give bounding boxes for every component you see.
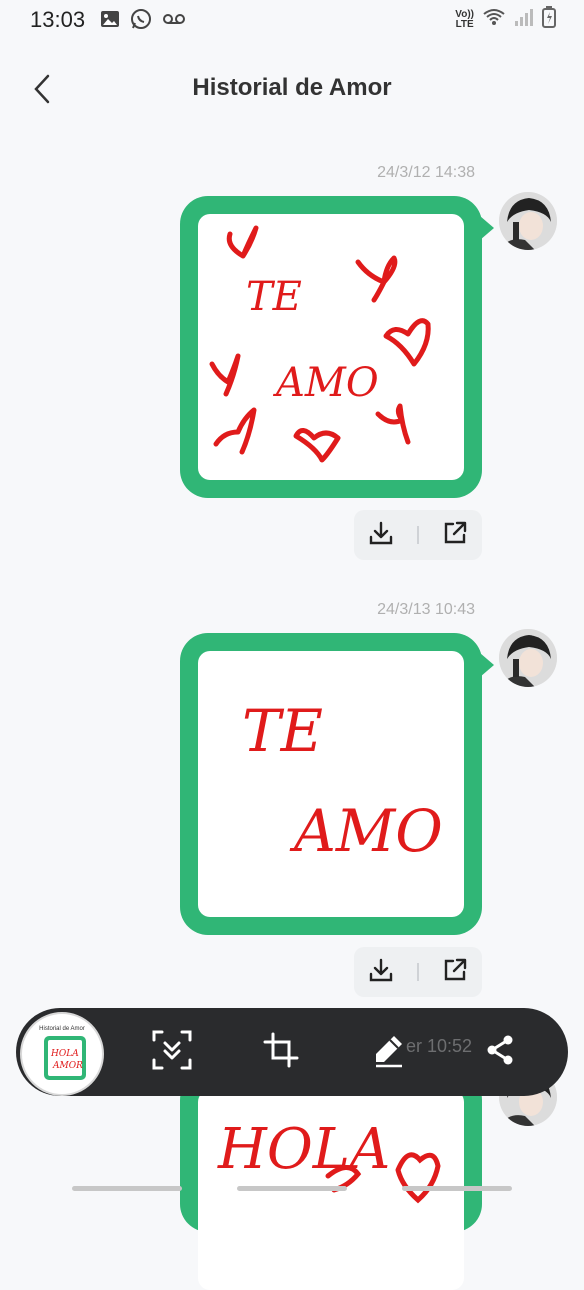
share-out-button[interactable]	[437, 517, 473, 553]
action-divider	[417, 526, 419, 544]
status-bar: 13:03 Vo)) LTE	[0, 0, 584, 40]
drawing-text-amo: AMO	[289, 797, 443, 865]
system-icons: Vo)) LTE	[455, 6, 556, 33]
share-out-button[interactable]	[437, 954, 473, 990]
crop-icon	[261, 1030, 301, 1075]
download-icon	[367, 956, 395, 989]
volte-indicator: Vo)) LTE	[455, 8, 474, 30]
ghost-timestamp: er 10:52	[406, 1036, 473, 1056]
scroll-capture-icon	[150, 1028, 194, 1077]
drawing-text-te: TE	[242, 697, 323, 765]
navigation-bar	[0, 1176, 584, 1200]
share-icon	[482, 1032, 518, 1073]
scroll-capture-button[interactable]	[150, 1030, 194, 1074]
external-link-icon	[441, 956, 469, 989]
volte-top-label: Vo))	[455, 8, 474, 20]
page-title: Historial de Amor	[192, 74, 392, 101]
drawing-text-hola: HOLA	[217, 1117, 390, 1182]
drawing-canvas: TE AMO	[209, 225, 431, 463]
drawing-canvas: TE AMO	[242, 697, 443, 865]
wifi-icon	[482, 7, 506, 32]
drawing-text-amo: AMO	[272, 360, 379, 406]
pen-icon	[368, 1030, 408, 1075]
handwritten-drawing: TE AMO	[198, 651, 464, 917]
avatar[interactable]	[499, 192, 557, 250]
signal-icon	[514, 7, 534, 32]
message-actions	[354, 510, 482, 560]
message-timestamp: 24/3/13 10:43	[377, 601, 475, 618]
action-divider	[417, 963, 419, 981]
nav-home-handle[interactable]	[237, 1186, 347, 1191]
message-actions	[354, 947, 482, 997]
drawing-text-te: TE	[246, 274, 302, 320]
download-icon	[367, 519, 395, 552]
nav-back-handle[interactable]	[402, 1186, 512, 1191]
external-link-icon	[441, 519, 469, 552]
volte-bottom-label: LTE	[455, 18, 474, 30]
header: Historial de Amor	[0, 58, 584, 118]
drawing-text-group: TE AMO	[246, 274, 379, 406]
battery-icon	[542, 6, 556, 33]
gallery-icon	[100, 10, 120, 33]
avatar[interactable]	[499, 629, 557, 687]
notification-icons	[100, 8, 186, 35]
screenshot-thumbnail[interactable]: Historial de Amor HOLA AMOR	[20, 1012, 104, 1096]
message-timestamp: 24/3/12 14:38	[377, 164, 475, 181]
bubble-tail	[480, 653, 494, 677]
thumbnail-preview: HOLA AMOR	[44, 1036, 86, 1080]
drawing-text-group: TE AMO	[242, 697, 443, 865]
bubble-tail	[480, 216, 494, 240]
share-button[interactable]	[478, 1030, 522, 1074]
handwritten-drawing: TE AMO	[198, 214, 464, 480]
message-bubble[interactable]: TE AMO	[180, 633, 494, 935]
voicemail-icon	[162, 12, 186, 31]
nav-recents-handle[interactable]	[72, 1186, 182, 1191]
download-button[interactable]	[363, 954, 399, 990]
draw-button[interactable]	[366, 1030, 410, 1074]
whatsapp-icon	[130, 8, 152, 35]
crop-button[interactable]	[259, 1030, 303, 1074]
screenshot-toolbar: Historial de Amor HOLA AMOR er 10:52	[16, 1008, 568, 1096]
thumbnail-drawing-hola: HOLA	[50, 1049, 79, 1059]
thumbnail-drawing-amor: AMOR	[52, 1061, 83, 1071]
status-time: 13:03	[30, 7, 86, 32]
message-bubble[interactable]: TE AMO	[180, 196, 494, 498]
download-button[interactable]	[363, 517, 399, 553]
message-bubble-partial[interactable]: HOLA	[180, 1072, 482, 1290]
